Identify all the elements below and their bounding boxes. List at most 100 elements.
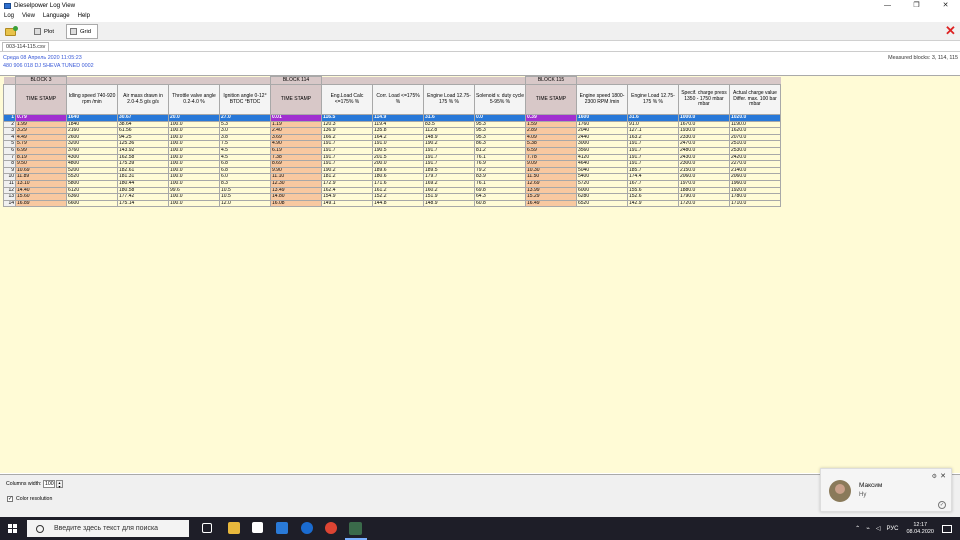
- grid-cell[interactable]: 81.2: [474, 146, 526, 155]
- grid-cell[interactable]: 116.5: [321, 114, 373, 122]
- grid-cell[interactable]: 2430.0: [678, 153, 730, 162]
- grid-cell[interactable]: 6.8: [219, 166, 271, 175]
- grid-cell[interactable]: 79.2: [474, 166, 526, 175]
- menu-view[interactable]: View: [22, 13, 35, 19]
- grid-cell[interactable]: 6360: [66, 193, 118, 201]
- grid-cell[interactable]: 12.69: [525, 179, 577, 188]
- grid-cell[interactable]: 4800: [66, 160, 118, 168]
- grid-cell[interactable]: 76.9: [474, 160, 526, 168]
- grid-cell[interactable]: 185.7: [627, 166, 679, 175]
- grid-cell[interactable]: 162.4: [321, 186, 373, 195]
- row-number[interactable]: 6: [3, 146, 16, 155]
- grid-cell[interactable]: 191.7: [423, 153, 475, 162]
- grid-cell[interactable]: 6.0: [219, 173, 271, 181]
- grid-cell[interactable]: 14.80: [270, 193, 322, 201]
- grid-cell[interactable]: 2420.0: [729, 153, 781, 162]
- grid-cell[interactable]: 5720: [576, 179, 628, 188]
- grid-cell[interactable]: 3.8: [219, 133, 271, 142]
- grid-cell[interactable]: 0.39: [525, 114, 577, 122]
- grid-cell[interactable]: 191.7: [627, 146, 679, 155]
- grid-cell[interactable]: 6.59: [525, 146, 577, 155]
- grid-cell[interactable]: 1620.0: [729, 127, 781, 135]
- grid-cell[interactable]: 6120: [66, 186, 118, 195]
- grid-cell[interactable]: 100.0: [168, 127, 220, 135]
- grid-cell[interactable]: 6520: [576, 199, 628, 208]
- grid-cell[interactable]: 163.2: [627, 133, 679, 142]
- grid-cell[interactable]: 169.2: [423, 179, 475, 188]
- grid-cell[interactable]: 100.0: [168, 193, 220, 201]
- grid-cell[interactable]: 2070.0: [729, 133, 781, 142]
- grid-cell[interactable]: 61.56: [117, 127, 169, 135]
- grid-cell[interactable]: 1710.0: [729, 199, 781, 208]
- table-row[interactable]: 6 6.99 3760 143.92 100.0 4.5 6.19 191.7 190.5 191…: [3, 146, 781, 155]
- grid-cell[interactable]: 171.6: [372, 179, 424, 188]
- grid-cell[interactable]: 177.42: [117, 193, 169, 201]
- grid-cell[interactable]: 5200: [66, 166, 118, 175]
- tray-volume-icon[interactable]: ◁: [876, 525, 881, 532]
- grid-cell[interactable]: 12.30: [270, 179, 322, 188]
- column-header[interactable]: TIME STAMP: [15, 84, 67, 115]
- grid-cell[interactable]: 0.0: [474, 114, 526, 122]
- grid-cell[interactable]: 143.92: [117, 146, 169, 155]
- grid-cell[interactable]: 4120: [576, 153, 628, 162]
- grid-cell[interactable]: 180.44: [117, 179, 169, 188]
- grid-cell[interactable]: 8.69: [270, 160, 322, 168]
- grid-cell[interactable]: 100.0: [168, 166, 220, 175]
- grid-cell[interactable]: 31.6: [627, 114, 679, 122]
- grid-cell[interactable]: 9.90: [270, 166, 322, 175]
- grid-cell[interactable]: 76.1: [474, 153, 526, 162]
- grid-cell[interactable]: 100.0: [168, 199, 220, 208]
- grid-cell[interactable]: 191.7: [627, 160, 679, 168]
- column-header[interactable]: Throttle valve angle 0.2-4.0 %: [168, 84, 220, 115]
- column-header[interactable]: Solenoid v. duty cycle 5-95% %: [474, 84, 526, 115]
- grid-cell[interactable]: 5.38: [525, 140, 577, 148]
- grid-cell[interactable]: 100.0: [168, 160, 220, 168]
- grid-cell[interactable]: 191.7: [627, 153, 679, 162]
- column-header[interactable]: TIME STAMP: [525, 84, 577, 115]
- grid-cell[interactable]: 7.5: [219, 140, 271, 148]
- dieselpower-app-icon[interactable]: [349, 522, 362, 535]
- row-number[interactable]: 4: [3, 133, 16, 142]
- grid-cell[interactable]: 15.60: [15, 193, 67, 201]
- grid-cell[interactable]: 9.50: [15, 160, 67, 168]
- grid-cell[interactable]: 100.0: [168, 146, 220, 155]
- row-number[interactable]: 11: [3, 179, 16, 188]
- grid-cell[interactable]: 1970.0: [678, 179, 730, 188]
- column-header[interactable]: TIME STAMP: [270, 84, 322, 115]
- column-header[interactable]: Specif. charge press 1350 - 1750 mbar mb…: [678, 84, 730, 115]
- grid-cell[interactable]: 3.29: [15, 127, 67, 135]
- grid-cell[interactable]: 16.89: [15, 199, 67, 208]
- grid-cell[interactable]: 3200: [66, 140, 118, 148]
- grid-cell[interactable]: 4.09: [525, 133, 577, 142]
- minimize-button[interactable]: —: [873, 0, 902, 11]
- grid-cell[interactable]: 14.40: [15, 186, 67, 195]
- grid-cell[interactable]: 181.31: [117, 173, 169, 181]
- maximize-button[interactable]: ❐: [902, 0, 931, 11]
- grid-cell[interactable]: 2.40: [270, 127, 322, 135]
- task-view-icon[interactable]: [202, 523, 212, 533]
- grid-cell[interactable]: 86.3: [474, 140, 526, 148]
- grid-cell[interactable]: 95.3: [474, 127, 526, 135]
- grid-cell[interactable]: 1.19: [270, 120, 322, 129]
- grid-cell[interactable]: 144.8: [372, 199, 424, 208]
- grid-cell[interactable]: 175.14: [117, 199, 169, 208]
- grid-cell[interactable]: 166.2: [321, 133, 373, 142]
- menu-help[interactable]: Help: [78, 13, 90, 19]
- grid-cell[interactable]: 200.0: [372, 160, 424, 168]
- table-row[interactable]: 13 15.60 6360 177.42 100.0 10.5 14.80 154.9 152.…: [3, 193, 781, 201]
- grid-cell[interactable]: 2530.0: [729, 146, 781, 155]
- grid-cell[interactable]: 161.2: [372, 186, 424, 195]
- grid-cell[interactable]: 11.10: [270, 173, 322, 181]
- grid-cell[interactable]: 191.7: [423, 160, 475, 168]
- grid-cell[interactable]: 4.90: [270, 140, 322, 148]
- grid-cell[interactable]: 5400: [576, 173, 628, 181]
- grid-cell[interactable]: 1780.0: [729, 193, 781, 201]
- grid-cell[interactable]: 142.9: [627, 199, 679, 208]
- grid-cell[interactable]: 1720.0: [678, 199, 730, 208]
- grid-cell[interactable]: 1670.0: [678, 120, 730, 129]
- grid-cell[interactable]: 181.2: [321, 173, 373, 181]
- grid-cell[interactable]: 127.1: [627, 127, 679, 135]
- grid-cell[interactable]: 191.7: [321, 160, 373, 168]
- grid-cell[interactable]: 1960.0: [729, 179, 781, 188]
- action-center-icon[interactable]: [942, 524, 952, 533]
